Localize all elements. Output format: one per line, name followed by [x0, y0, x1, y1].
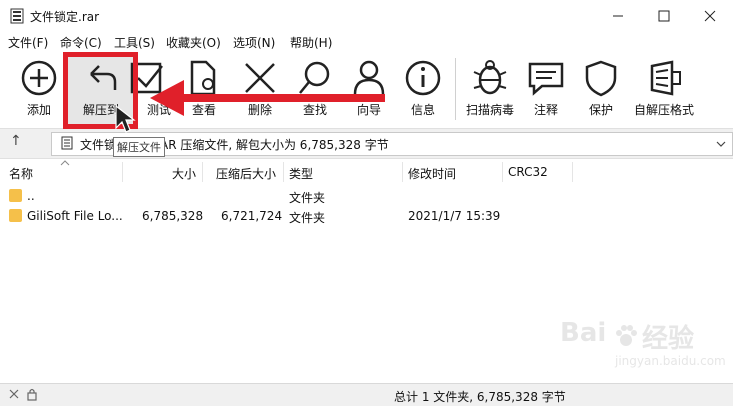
address-text-suffix: AR 压缩文件, 解包大小为 6,785,328 字节	[160, 138, 389, 152]
red-arrow-icon	[150, 80, 385, 116]
watermark-brand: Bai	[560, 318, 607, 348]
status-bar: 总计 1 文件夹, 6,785,328 字节	[0, 383, 733, 406]
table-row[interactable]: GiliSoft File Lo... 6,785,328 6,721,724 …	[0, 206, 733, 226]
sort-up-icon	[60, 160, 70, 166]
disk-icon	[9, 389, 19, 399]
minimize-button[interactable]	[595, 0, 641, 32]
status-total: 总计 1 文件夹, 6,785,328 字节	[394, 390, 566, 404]
col-size[interactable]: 大小	[172, 165, 196, 182]
maximize-button[interactable]	[641, 0, 687, 32]
bug-icon	[473, 60, 507, 95]
menu-options[interactable]: 选项(N)	[233, 34, 275, 51]
watermark-brand2: 经验	[642, 324, 695, 354]
row-size: 6,785,328	[142, 209, 204, 223]
protect-button[interactable]: 保护	[581, 52, 621, 126]
sfx-label: 自解压格式	[633, 103, 694, 117]
col-divider	[122, 162, 123, 182]
info-icon	[405, 60, 441, 96]
baidu-watermark: Bai 经验 jingyan.baidu.com	[560, 318, 726, 378]
col-type[interactable]: 类型	[289, 165, 313, 182]
table-row[interactable]: .. 文件夹	[0, 186, 733, 206]
folder-icon	[9, 189, 22, 202]
table-header: 名称 大小 压缩后大小 类型 修改时间 CRC32	[0, 160, 733, 184]
menu-help[interactable]: 帮助(H)	[290, 34, 332, 51]
scan-virus-label: 扫描病毒	[465, 103, 514, 117]
scan-virus-button[interactable]: 扫描病毒	[462, 52, 518, 126]
menu-tools[interactable]: 工具(S)	[114, 34, 155, 51]
tooltip: 解压文件	[113, 137, 165, 157]
toolbar-divider	[455, 58, 456, 120]
close-icon	[704, 10, 716, 22]
watermark-url: jingyan.baidu.com	[615, 354, 726, 368]
col-divider	[402, 162, 403, 182]
address-bar: ↑ 文件锁 AR 压缩文件, 解包大小为 6,785,328 字节	[0, 128, 733, 159]
close-button[interactable]	[687, 0, 733, 32]
row-modified: 2021/1/7 15:39	[408, 209, 501, 223]
minimize-icon	[613, 15, 623, 17]
row-name: GiliSoft File Lo...	[27, 209, 123, 223]
info-label: 信息	[410, 103, 435, 117]
col-name[interactable]: 名称	[9, 165, 33, 182]
protect-label: 保护	[588, 103, 613, 117]
comment-icon	[528, 62, 564, 96]
row-type: 文件夹	[289, 211, 326, 225]
up-arrow-icon[interactable]: ↑	[10, 133, 22, 149]
window-title: 文件锁定.rar	[30, 10, 100, 24]
col-modified[interactable]: 修改时间	[408, 165, 456, 182]
sfx-archive-icon	[650, 60, 681, 96]
mouse-cursor-icon	[115, 104, 136, 133]
winrar-app-icon	[10, 8, 24, 24]
col-divider	[502, 162, 503, 182]
maximize-icon	[658, 10, 670, 22]
comment-button[interactable]: 注释	[526, 52, 566, 126]
shield-icon	[585, 60, 617, 97]
menu-commands[interactable]: 命令(C)	[60, 34, 102, 51]
info-button[interactable]: 信息	[403, 52, 443, 126]
col-divider	[572, 162, 573, 182]
address-text-prefix: 文件锁	[80, 138, 117, 152]
folder-icon	[9, 209, 22, 222]
menu-favorites[interactable]: 收藏夹(O)	[166, 34, 221, 51]
chevron-down-icon[interactable]	[716, 139, 726, 149]
sfx-button[interactable]: 自解压格式	[632, 52, 696, 126]
col-crc[interactable]: CRC32	[508, 165, 548, 179]
col-divider	[283, 162, 284, 182]
title-bar: 文件锁定.rar	[0, 0, 733, 32]
lock-icon	[27, 388, 37, 401]
row-packed: 6,721,724	[221, 209, 283, 223]
archive-icon	[61, 136, 73, 150]
row-name: ..	[27, 189, 35, 203]
row-type: 文件夹	[289, 191, 326, 205]
comment-label: 注释	[533, 103, 558, 117]
menu-file[interactable]: 文件(F)	[8, 34, 48, 51]
col-divider	[202, 162, 203, 182]
menu-bar: 文件(F) 命令(C) 工具(S) 收藏夹(O) 选项(N) 帮助(H)	[0, 32, 733, 52]
paw-logo	[616, 325, 637, 346]
col-packed[interactable]: 压缩后大小	[216, 165, 276, 182]
